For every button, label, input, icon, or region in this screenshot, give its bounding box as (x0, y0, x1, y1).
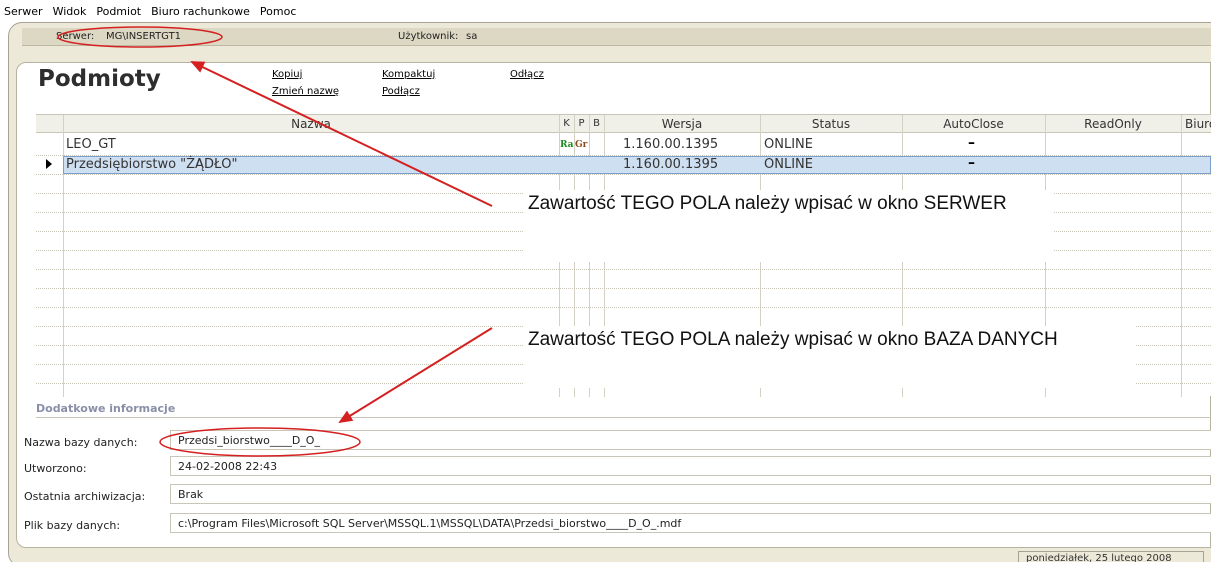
column-header-nazwa[interactable]: Nazwa (63, 115, 559, 133)
row-status: ONLINE (764, 137, 813, 152)
menu-widok[interactable]: Widok (53, 5, 87, 18)
kompaktuj-link[interactable]: Kompaktuj (382, 69, 435, 80)
server-label: Serwer: (56, 31, 95, 42)
menu-podmiot[interactable]: Podmiot (96, 5, 141, 18)
kopiuj-link[interactable]: Kopiuj (272, 69, 302, 80)
row-status: ONLINE (764, 157, 813, 172)
details-section-title: Dodatkowe informacje (36, 402, 176, 415)
last-archive-field[interactable]: Brak (170, 484, 1211, 504)
database-name-field[interactable]: Przedsi_biorstwo____D_O_ (170, 430, 1211, 450)
database-file-label: Plik bazy danych: (24, 519, 121, 532)
column-header-autoclose[interactable]: AutoClose (902, 115, 1045, 133)
row-line (36, 288, 1211, 289)
column-header-p[interactable]: P (574, 115, 589, 133)
odlacz-link[interactable]: Odłącz (510, 69, 544, 80)
current-row-indicator-icon (46, 159, 52, 169)
row-version: 1.160.00.1395 (623, 137, 719, 152)
annotation-database-note: Zawartość TEGO POLA należy wpisać w okno… (524, 326, 1136, 388)
created-field[interactable]: 24-02-2008 22:43 (170, 456, 1211, 476)
column-header-biuro[interactable]: Biuro (1181, 115, 1211, 133)
status-bar-date: poniedziałek, 25 lutego 2008 (1018, 551, 1204, 562)
server-info-bar: Serwer: MG\INSERTGT1 Użytkownik: sa (22, 28, 1211, 46)
row-line (36, 269, 1211, 270)
user-value: sa (466, 31, 478, 42)
row-name: LEO_GT (66, 137, 116, 152)
row-p-badge: Gr (575, 140, 588, 150)
column-header-k[interactable]: K (559, 115, 574, 133)
details-divider (36, 417, 1211, 418)
page-title: Podmioty (38, 66, 161, 92)
created-label: Utworzono: (24, 462, 87, 475)
menu-pomoc[interactable]: Pomoc (260, 5, 296, 18)
grid-header-indicator (36, 115, 63, 133)
annotation-server-note: Zawartość TEGO POLA należy wpisać w okno… (524, 190, 1054, 262)
server-value: MG\INSERTGT1 (106, 31, 182, 42)
row-version: 1.160.00.1395 (623, 157, 719, 172)
row-name: Przedsiębiorstwo "ŻĄDŁO" (66, 157, 238, 172)
row-autoclose: – (968, 135, 975, 151)
last-archive-label: Ostatnia archiwizacja: (24, 490, 146, 503)
column-header-status[interactable]: Status (760, 115, 902, 133)
row-autoclose: – (968, 155, 975, 171)
row-line (36, 174, 1211, 175)
menu-biuro-rachunkowe[interactable]: Biuro rachunkowe (151, 5, 250, 18)
podlacz-link[interactable]: Podłącz (382, 86, 420, 97)
row-k-badge: Ra (560, 140, 574, 150)
database-file-field[interactable]: c:\Program Files\Microsoft SQL Server\MS… (170, 513, 1211, 533)
column-header-readonly[interactable]: ReadOnly (1045, 115, 1181, 133)
menu-serwer[interactable]: Serwer (4, 5, 43, 18)
database-name-label: Nazwa bazy danych: (24, 436, 138, 449)
menu-bar: Serwer Widok Podmiot Biuro rachunkowe Po… (0, 0, 1211, 22)
row-line (36, 307, 1211, 308)
user-label: Użytkownik: (398, 31, 459, 42)
zmien-nazwe-link[interactable]: Zmień nazwę (272, 86, 339, 97)
column-header-b[interactable]: B (589, 115, 604, 133)
column-header-wersja[interactable]: Wersja (604, 115, 760, 133)
